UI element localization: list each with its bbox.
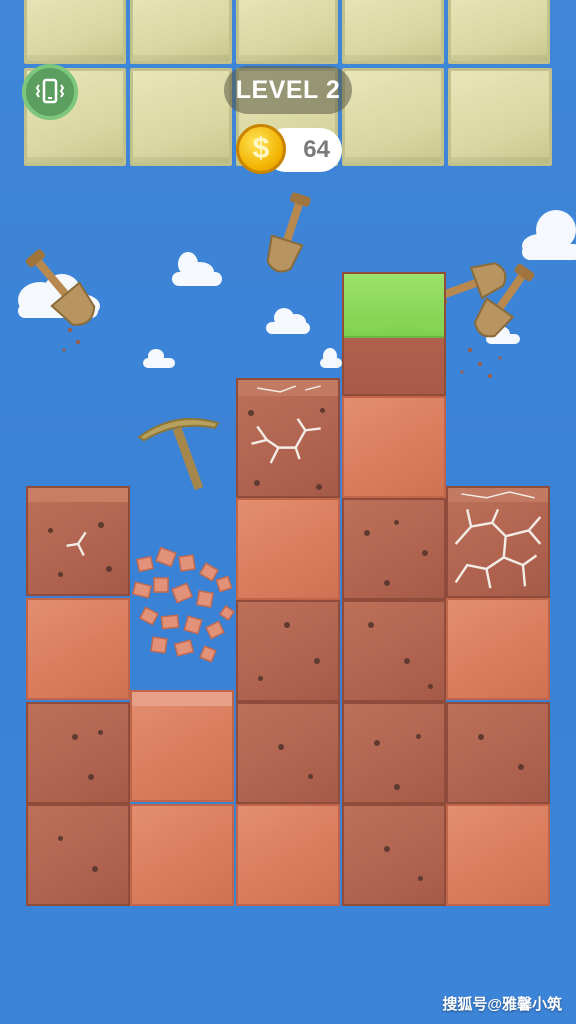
block-clay[interactable] bbox=[342, 396, 446, 498]
block-dirt[interactable] bbox=[446, 702, 550, 804]
block-clay[interactable] bbox=[236, 804, 340, 906]
block-clay[interactable] bbox=[446, 804, 550, 906]
block-dirt-cracked[interactable] bbox=[236, 378, 340, 498]
block-clay[interactable] bbox=[236, 498, 340, 600]
block-dirt[interactable] bbox=[26, 804, 130, 906]
block-dirt[interactable] bbox=[236, 600, 340, 702]
block-clay[interactable] bbox=[446, 598, 550, 700]
block-clay[interactable] bbox=[26, 598, 130, 700]
block-clay[interactable] bbox=[130, 804, 234, 906]
block-dirt-cracked[interactable] bbox=[446, 486, 550, 598]
block-dirt[interactable] bbox=[342, 804, 446, 906]
block-dirt[interactable] bbox=[342, 702, 446, 804]
block-dirt[interactable] bbox=[342, 498, 446, 600]
block-grass[interactable] bbox=[342, 272, 446, 396]
breaking-block-debris bbox=[131, 546, 236, 663]
block-dirt-cracked[interactable] bbox=[26, 486, 130, 596]
watermark: 搜狐号@雅馨小筑 bbox=[442, 996, 562, 1013]
block-clay[interactable] bbox=[130, 690, 234, 802]
block-dirt[interactable] bbox=[26, 702, 130, 804]
block-dirt[interactable] bbox=[342, 600, 446, 702]
block-dirt[interactable] bbox=[236, 702, 340, 804]
dig-grid[interactable] bbox=[0, 0, 576, 1024]
